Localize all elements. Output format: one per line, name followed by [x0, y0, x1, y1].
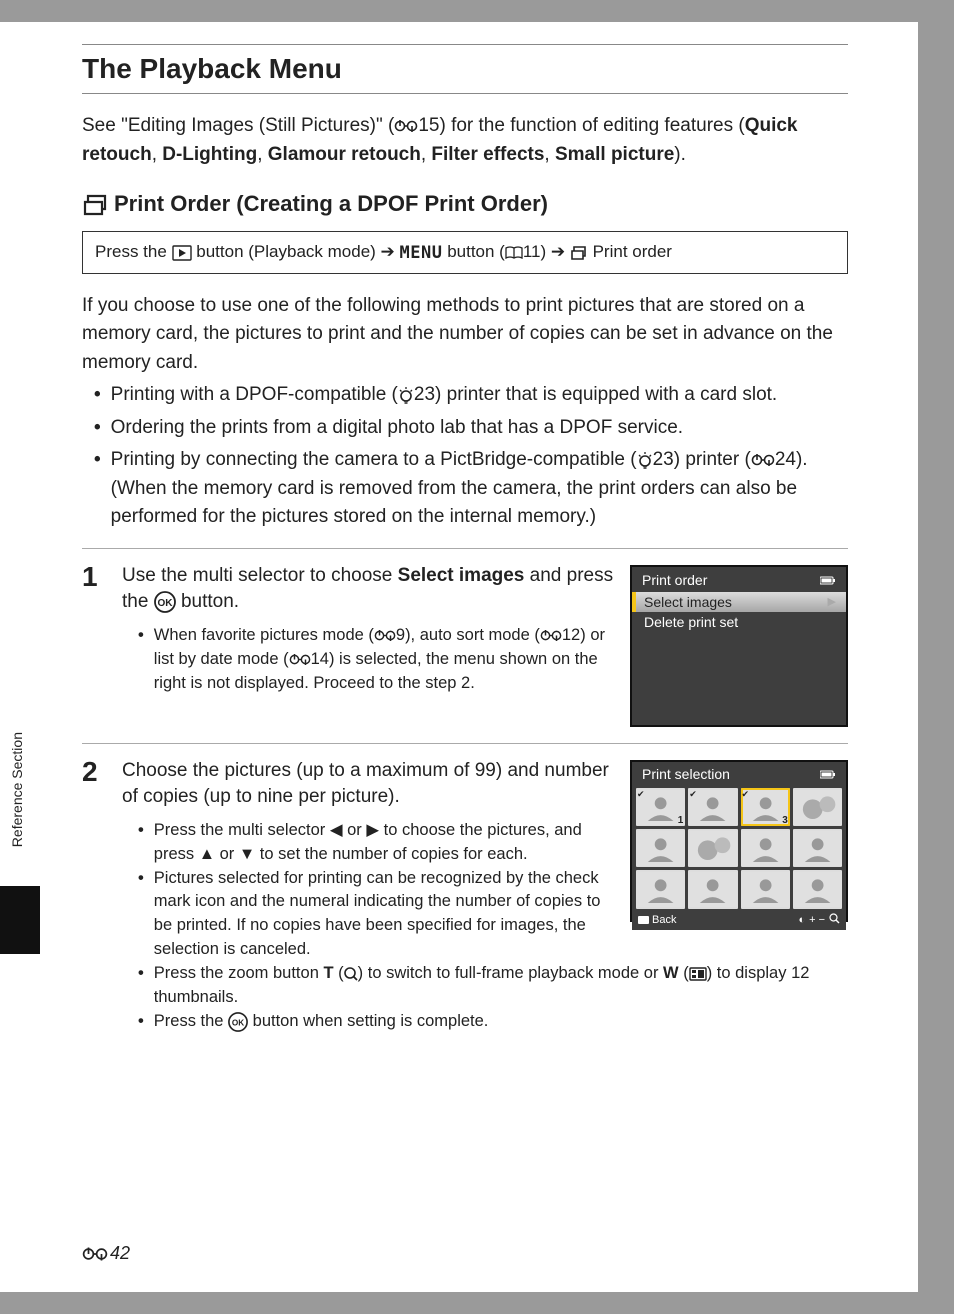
ok-button-icon: OK [154, 591, 176, 613]
thumbnail [793, 788, 842, 826]
step-2: 2 Choose the pictures (up to a maximum o… [82, 758, 848, 1034]
page-title: The Playback Menu [82, 53, 848, 85]
top-rule [82, 44, 848, 45]
chevron-right-icon: ▶ [828, 595, 836, 608]
camera-screen-print-selection: Print selection ✔1 ✔ ✔3 Back [630, 760, 848, 922]
navigation-path: Press the button (Playback mode) ➔ MENU … [82, 231, 848, 274]
separator [82, 743, 848, 744]
thumbnail [793, 870, 842, 908]
menu-row: Delete print set [632, 612, 846, 632]
side-tab-label: Reference Section [0, 710, 34, 870]
thumbnail: ✔ [688, 788, 737, 826]
bullet-item: • Ordering the prints from a digital pho… [82, 414, 848, 443]
menu-icon: MENU [400, 243, 443, 263]
book-icon [505, 246, 523, 260]
battery-icon [820, 766, 836, 782]
camera-screen-print-order: Print order Select images▶ Delete print … [630, 565, 848, 727]
arrow-icon: ➔ [551, 242, 565, 261]
step-1: 1 Use the multi selector to choose Selec… [82, 563, 848, 727]
arrow-icon: ➔ [381, 242, 395, 261]
separator [82, 548, 848, 549]
check-icon: ✔ [637, 789, 645, 800]
check-icon: ✔ [742, 789, 750, 800]
step-heading: Choose the pictures (up to a maximum of … [122, 758, 614, 811]
zoom-in-icon [344, 967, 358, 981]
zoom-hints: ◐+ − [798, 913, 840, 927]
section-heading: Print Order (Creating a DPOF Print Order… [82, 191, 848, 217]
ref-icon [751, 453, 775, 467]
svg-text:OK: OK [232, 1018, 244, 1027]
sub-bullet: •Press the OK button when setting is com… [122, 1010, 848, 1034]
thumbnail [636, 829, 685, 867]
ref-icon [289, 653, 311, 666]
screen-title: Print selection [642, 766, 730, 782]
bullet-item: • Printing with a DPOF-compatible (23) p… [82, 381, 848, 410]
step-number: 2 [82, 758, 108, 1034]
bulb-icon [637, 451, 653, 469]
svg-text:OK: OK [157, 598, 173, 609]
thumbnail [741, 870, 790, 908]
ok-button-icon: OK [228, 1012, 248, 1032]
manual-page: The Playback Menu See "Editing Images (S… [0, 22, 918, 1292]
bullet-item: • Printing by connecting the camera to a… [82, 446, 848, 532]
thumbnails-icon [689, 967, 707, 981]
step-heading: Use the multi selector to choose Select … [122, 563, 614, 616]
thumbnail [688, 870, 737, 908]
sub-bullet: • When favorite pictures mode (9), auto … [122, 624, 614, 696]
ref-icon [394, 119, 418, 133]
page-number: 42 [82, 1243, 130, 1264]
check-icon: ✔ [689, 789, 697, 800]
sub-bullet: •Pictures selected for printing can be r… [122, 867, 614, 963]
thumbnail: ✔1 [636, 788, 685, 826]
ref-icon [540, 629, 562, 642]
copies-count: 3 [782, 815, 788, 826]
menu-row-selected: Select images▶ [632, 592, 846, 612]
thumbnail [793, 829, 842, 867]
body-paragraph: If you choose to use one of the followin… [82, 292, 848, 378]
screen-title: Print order [642, 572, 707, 588]
thumbnail-selected: ✔3 [741, 788, 790, 826]
selector-icon: ◐ [798, 914, 805, 926]
dpof-icon [570, 244, 588, 261]
thumbnail [636, 870, 685, 908]
ref-icon [82, 1246, 108, 1262]
step-number: 1 [82, 563, 108, 727]
battery-icon [820, 572, 836, 588]
title-rule [82, 93, 848, 94]
bulb-icon [398, 386, 414, 404]
side-tab-marker [0, 886, 40, 954]
dpof-icon [82, 192, 108, 216]
ref-icon [374, 629, 396, 642]
sub-bullet: •Press the zoom button T () to switch to… [122, 962, 848, 1010]
copies-count: 1 [678, 815, 684, 826]
sub-bullet: •Press the multi selector ◀ or ▶ to choo… [122, 819, 614, 867]
playback-icon [172, 245, 192, 261]
menu-icon [638, 916, 649, 924]
zoom-icon [829, 913, 840, 927]
thumbnail [741, 829, 790, 867]
thumbnail [688, 829, 737, 867]
intro-paragraph: See "Editing Images (Still Pictures)" (1… [82, 112, 848, 169]
back-hint: Back [638, 913, 676, 927]
